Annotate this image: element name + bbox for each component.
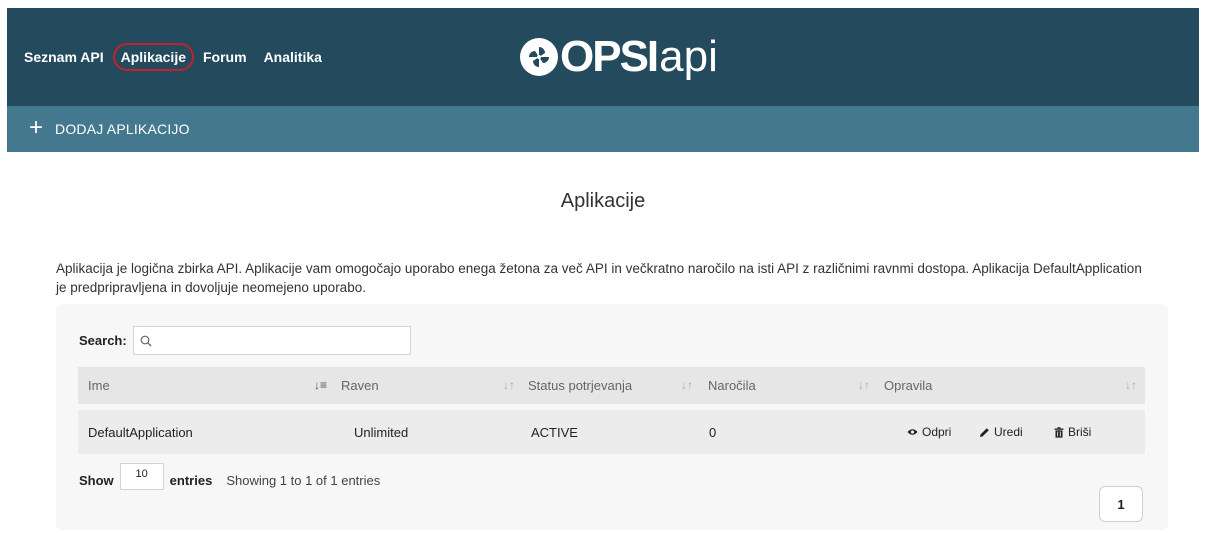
cell-status: ACTIVE bbox=[531, 424, 578, 440]
page-description: Aplikacija je logična zbirka API. Aplika… bbox=[56, 261, 1142, 295]
eye-icon bbox=[907, 429, 918, 435]
table-search: Search: bbox=[79, 326, 411, 355]
table-header: Ime ↓≡ Raven ↓↑ Status potrjevanja ↓↑ Na… bbox=[78, 367, 1145, 404]
pencil-icon bbox=[980, 427, 989, 437]
nav-item-seznam-api[interactable]: Seznam API bbox=[16, 43, 112, 71]
trash-icon bbox=[1054, 426, 1064, 438]
search-field[interactable] bbox=[132, 326, 411, 355]
table-info: Showing 1 to 1 of 1 entries bbox=[226, 473, 381, 488]
search-input[interactable] bbox=[157, 332, 402, 349]
column-header-ime[interactable]: Ime bbox=[88, 367, 110, 404]
search-label: Search: bbox=[79, 333, 127, 348]
cell-subscriptions: 0 bbox=[709, 424, 717, 440]
main-nav: Seznam API Aplikacije Forum Analitika bbox=[7, 8, 330, 106]
column-header-raven[interactable]: Raven bbox=[341, 367, 379, 404]
edit-label: Uredi bbox=[994, 425, 1023, 439]
logo-text-bold: OPSI bbox=[560, 32, 659, 81]
column-header-narocila[interactable]: Naročila bbox=[708, 367, 756, 404]
column-header-opravila[interactable]: Opravila bbox=[884, 367, 932, 404]
sort-icon[interactable]: ↓↑ bbox=[681, 378, 693, 392]
sort-icon[interactable]: ↓↑ bbox=[1125, 378, 1137, 392]
add-application-label: DODAJ APLIKACIJO bbox=[55, 121, 190, 137]
nav-item-aplikacije[interactable]: Aplikacije bbox=[112, 43, 194, 71]
opsi-api-logo[interactable]: OPSI api bbox=[520, 32, 718, 82]
table-footer: Show 10 entries Showing 1 to 1 of 1 entr… bbox=[79, 463, 381, 494]
search-icon bbox=[140, 335, 152, 346]
column-header-status[interactable]: Status potrjevanja bbox=[528, 367, 632, 404]
nav-item-forum[interactable]: Forum bbox=[195, 43, 255, 71]
open-button[interactable]: Odpri bbox=[907, 425, 951, 439]
sort-icon[interactable]: ↓↑ bbox=[503, 378, 515, 392]
entries-label: entries bbox=[169, 473, 213, 488]
pagination-page-1[interactable]: 1 bbox=[1099, 486, 1143, 522]
table-row: DefaultApplication Unlimited ACTIVE 0 Od… bbox=[78, 410, 1145, 454]
top-navbar: Seznam API Aplikacije Forum Analitika OP… bbox=[7, 8, 1199, 106]
cell-tier: Unlimited bbox=[354, 424, 409, 440]
sort-icon[interactable]: ↓↑ bbox=[858, 378, 870, 392]
nav-item-analitika[interactable]: Analitika bbox=[256, 43, 330, 71]
pinwheel-icon bbox=[520, 38, 558, 76]
show-label: Show bbox=[79, 473, 114, 488]
delete-button[interactable]: Briši bbox=[1054, 425, 1091, 439]
logo-text-light: api bbox=[659, 32, 718, 81]
edit-button[interactable]: Uredi bbox=[979, 425, 1023, 439]
plus-icon: + bbox=[29, 114, 44, 141]
action-bar: + DODAJ APLIKACIJO bbox=[7, 106, 1199, 152]
add-application-button[interactable]: + DODAJ APLIKACIJO bbox=[29, 114, 190, 141]
page-title: Aplikacije bbox=[560, 190, 646, 212]
open-label: Odpri bbox=[922, 425, 952, 439]
cell-application-name[interactable]: DefaultApplication bbox=[88, 410, 193, 454]
delete-label: Briši bbox=[1068, 425, 1092, 439]
applications-table-panel: Search: Ime ↓≡ Raven ↓↑ Status potrjevan… bbox=[56, 304, 1168, 530]
sort-asc-icon[interactable]: ↓≡ bbox=[314, 378, 327, 392]
page-length-select[interactable]: 10 bbox=[119, 463, 164, 490]
